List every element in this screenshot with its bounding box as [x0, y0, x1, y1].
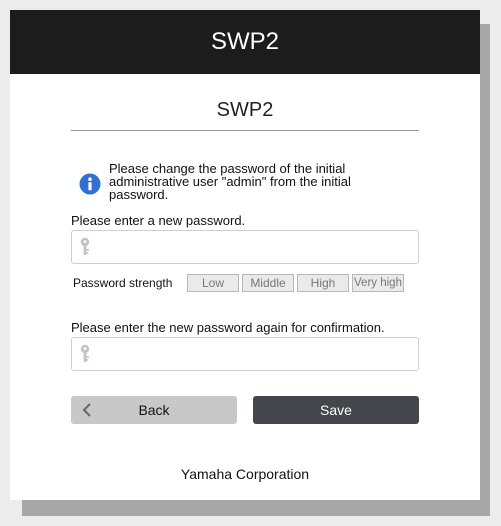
- password-strength: Password strength Low Middle High Very h…: [71, 273, 419, 293]
- login-card: SWP2 SWP2 Please change the password of …: [10, 10, 480, 500]
- save-button-label: Save: [320, 402, 352, 418]
- strength-label: Password strength: [73, 276, 173, 290]
- notice-line: password.: [109, 187, 169, 202]
- app-title: SWP2: [210, 28, 279, 55]
- strength-very-high: Very high: [352, 274, 404, 292]
- confirm-password-label: Please enter the new password again for …: [71, 320, 385, 335]
- confirm-password-input[interactable]: [97, 339, 418, 369]
- save-button[interactable]: Save: [253, 396, 419, 424]
- app-header: SWP2: [10, 10, 480, 74]
- notice-message: Please change the password of the initia…: [71, 162, 419, 201]
- info-icon: [79, 173, 101, 195]
- new-password-field[interactable]: [71, 230, 419, 264]
- page-title: SWP2: [71, 99, 419, 131]
- confirm-password-field[interactable]: [71, 337, 419, 371]
- back-button[interactable]: Back: [71, 396, 237, 424]
- key-icon: [80, 237, 90, 255]
- form-content: SWP2 Please change the password of the i…: [71, 74, 419, 482]
- back-button-label: Back: [138, 402, 170, 418]
- notice-text: Please change the password of the initia…: [109, 162, 409, 201]
- new-password-label: Please enter a new password.: [71, 213, 246, 228]
- footer-company: Yamaha Corporation: [180, 466, 310, 482]
- strength-middle: Middle: [242, 274, 294, 292]
- chevron-left-icon: [82, 403, 91, 417]
- strength-low: Low: [187, 274, 239, 292]
- key-icon: [80, 344, 90, 362]
- strength-high: High: [297, 274, 349, 292]
- action-buttons: Back Save: [71, 396, 419, 424]
- new-password-input[interactable]: [97, 232, 418, 262]
